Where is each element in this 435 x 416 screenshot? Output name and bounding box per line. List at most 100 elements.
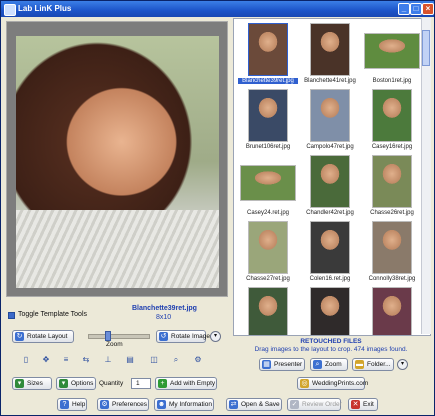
rotate-options-dropdown[interactable]: ▾ [210,331,221,342]
distribute-icon[interactable]: ⇆ [80,354,92,366]
thumbnail-image [372,155,412,208]
fit-icon[interactable]: ◫ [148,354,160,366]
thumbnail-image [310,155,350,208]
website-button[interactable]: ◎ WeddingPrints.com [297,377,369,390]
thumbnail-image [372,89,412,142]
layers-icon[interactable]: ▤ [124,354,136,366]
website-label: WeddingPrints.com [312,380,369,387]
maximize-button[interactable]: □ [410,3,422,15]
thumbnail-caption: Boston1ret.jpg [372,78,412,84]
open-save-button[interactable]: ⇄ Open & Save [226,398,282,411]
open-save-icon: ⇄ [229,400,238,409]
preferences-icon: ⚙ [100,400,109,409]
settings-icon[interactable]: ⚙ [192,354,204,366]
thumbnail-item[interactable]: Blanchette41ret.jpg [300,23,360,85]
zoom-tool-icon[interactable]: ⌕ [170,354,182,366]
template-controls: Toggle Template Tools Blanchette39ret.jp… [6,299,228,397]
retouched-title: RETOUCHED FILES [300,338,362,345]
preferences-label: Preferences [112,401,148,408]
folder-dropdown[interactable]: ▾ [397,359,408,370]
sizes-icon: ▾ [15,379,24,388]
zoom-button[interactable]: ⌕ Zoom [310,358,348,371]
thumbnail-item[interactable]: Chandler42ret.jpg [300,155,360,217]
thumbnail-item[interactable]: Campolo47ret.jpg [300,89,360,151]
thumbnail-item[interactable] [362,287,422,335]
thumbnail-scrollbar[interactable] [421,18,431,334]
help-button[interactable]: ? Help [57,398,87,411]
thumbnail-caption: Colen16.ret.jpg [309,276,351,282]
toggle-icon [8,312,15,319]
rotate-layout-button[interactable]: ↻ Rotate Layout [12,330,74,343]
toggle-template-tools[interactable]: Toggle Template Tools [8,311,118,321]
options-label: Options [71,380,94,387]
add-with-empty-label: Add with Empty [170,380,216,387]
thumbnail-caption: Blanchette39ret.jpg [238,78,298,84]
thumbnail-item[interactable]: Boston1ret.jpg [362,23,422,85]
align-text-icon[interactable]: ≡ [60,354,72,366]
thumbnail-image [310,287,350,335]
folder-button[interactable]: ▬ Folder... [352,358,394,371]
thumbnail-grid[interactable]: Blanchette39ret.jpg Blanchette41ret.jpg Bo… [233,18,431,336]
help-label: Help [72,401,86,408]
thumbnail-item[interactable]: Casey24.ret.jpg [238,155,298,217]
thumbnail-item[interactable] [300,287,360,335]
thumbnail-image [248,89,288,142]
thumbnail-caption: Casey16ret.jpg [371,144,413,150]
thumbnail-item[interactable]: Casey16ret.jpg [362,89,422,151]
my-information-button[interactable]: ☻ My Information [154,398,214,411]
zoom-slider[interactable] [88,331,150,341]
thumbnail-item[interactable]: Connolly38ret.jpg [362,221,422,283]
app-icon [4,4,16,16]
thumbnail-image [310,23,350,76]
thumbnail-item[interactable]: Colen16.ret.jpg [300,221,360,283]
thumbnail-image [310,221,350,274]
photo-sweater-region [16,210,219,288]
thumbnail-item[interactable]: Chasse26ret.jpg [362,155,422,217]
thumbnail-caption: Chasse26ret.jpg [370,210,414,216]
thumbnail-caption: Campolo47ret.jpg [306,144,354,150]
zoom-slider-thumb[interactable] [105,331,111,341]
thumbnail-caption: Chasse27ret.jpg [246,276,290,282]
thumbnail-item[interactable]: Brunet106ret.jpg [238,89,298,151]
thumbnail-caption: Casey24.ret.jpg [246,210,290,216]
center-icon[interactable]: ⊥ [102,354,114,366]
bottom-toolbar: ? Help ⚙ Preferences ☻ My Information ⇄ … [1,397,434,416]
thumbnail-item[interactable]: Chasse27ret.jpg [238,221,298,283]
user-icon: ☻ [157,400,166,409]
presenter-button[interactable]: ▦ Presenter [259,358,305,371]
presenter-icon: ▦ [262,360,271,369]
move-icon[interactable]: ✥ [40,354,52,366]
thumbnail-item[interactable] [238,287,298,335]
thumbnail-image [248,221,288,274]
rotate-icon: ↻ [15,332,24,341]
options-button[interactable]: ▾ Options [56,377,96,390]
globe-icon: ◎ [300,379,309,388]
main-photo[interactable] [16,36,219,288]
thumbnail-image [240,165,296,201]
close-button[interactable]: × [422,3,434,15]
review-order-button[interactable]: ✓ Review Order [287,398,342,411]
folder-icon: ▬ [355,360,364,369]
scrollbar-thumb[interactable] [422,30,430,66]
thumbnail-image [372,221,412,274]
rotate-image-button[interactable]: ↺ Rotate Image [156,330,210,343]
app-window: Lab LinK Plus _ □ × Toggle Template Tool… [0,0,435,416]
sizes-label: Sizes [27,380,43,387]
thumbnail-image [364,33,420,69]
thumbnail-caption: Connolly38ret.jpg [368,276,416,282]
title-bar[interactable]: Lab LinK Plus _ □ × [1,1,434,17]
thumbnail-image [372,287,412,335]
thumbnail-item[interactable]: Blanchette39ret.jpg [238,23,298,85]
preferences-button[interactable]: ⚙ Preferences [97,398,149,411]
thumbnail-caption: Blanchette41ret.jpg [304,78,356,84]
review-order-icon: ✓ [290,400,299,409]
align-icon[interactable]: ▯ [20,354,32,366]
presenter-label: Presenter [274,361,303,368]
sizes-button[interactable]: ▾ Sizes [12,377,52,390]
add-with-empty-button[interactable]: + Add with Empty [155,377,217,390]
minimize-button[interactable]: _ [398,3,410,15]
exit-button[interactable]: ✕ Exit [348,398,378,411]
help-icon: ? [60,400,69,409]
quantity-input[interactable]: 1 [131,378,151,389]
rotate-image-label: Rotate Image [171,333,211,340]
